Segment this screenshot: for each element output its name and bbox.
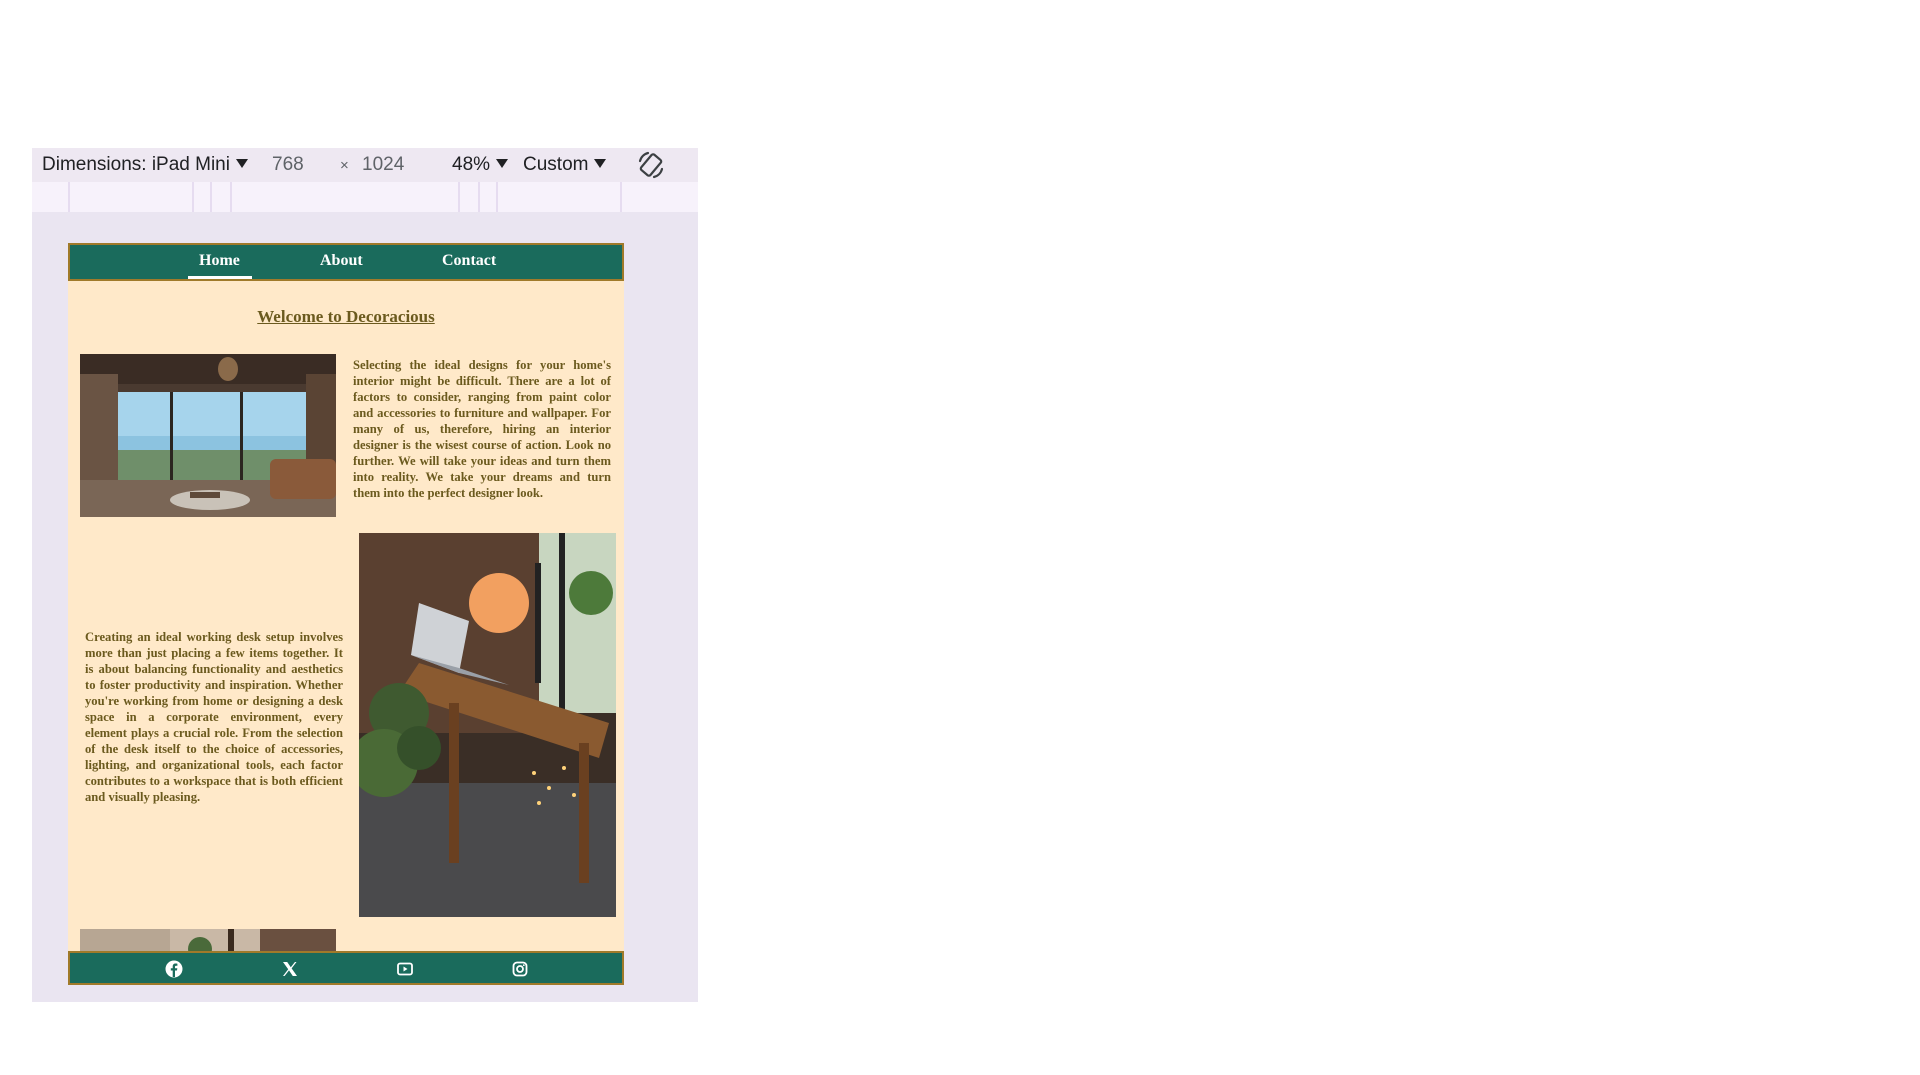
ruler-tick: [192, 182, 194, 212]
page-title: Welcome to Decoracious: [257, 307, 435, 326]
ruler-tick: [458, 182, 460, 212]
throttle-label: Custom: [523, 154, 589, 175]
intro-paragraph: Selecting the ideal designs for your hom…: [353, 358, 611, 500]
times-symbol: ×: [340, 157, 349, 174]
nav-about-link[interactable]: About: [320, 252, 363, 270]
chevron-down-icon: [594, 159, 607, 168]
rotate-icon[interactable]: [636, 150, 666, 180]
zoom-label: 48%: [452, 154, 491, 175]
throttle-dropdown[interactable]: Custom: [523, 154, 607, 176]
living-room-image: [80, 354, 336, 517]
chevron-down-icon: [496, 159, 509, 168]
ruler-tick: [230, 182, 232, 212]
chevron-down-icon: [235, 159, 248, 168]
dimensions-dropdown[interactable]: Dimensions: iPad Mini: [42, 154, 248, 176]
device-toolbar: Dimensions: iPad Mini 768 × 1024 48% Cus…: [32, 148, 698, 182]
youtube-icon[interactable]: [396, 960, 414, 978]
zoom-dropdown[interactable]: 48%: [452, 154, 509, 176]
footer-bar: [68, 951, 624, 985]
ruler-tick: [478, 182, 480, 212]
height-input[interactable]: 1024: [362, 154, 404, 176]
ruler-tick: [496, 182, 498, 212]
media-query-ruler: [32, 182, 698, 212]
ruler-tick: [620, 182, 622, 212]
instagram-icon[interactable]: [511, 960, 529, 978]
nav-home-link[interactable]: Home: [199, 252, 240, 270]
ruler-tick: [68, 182, 70, 212]
width-input[interactable]: 768: [272, 154, 304, 176]
nav-contact-link[interactable]: Contact: [442, 252, 496, 270]
desk-paragraph: Creating an ideal working desk setup inv…: [85, 630, 343, 804]
navigation-bar: Home About Contact: [68, 243, 624, 281]
website-page: Home About Contact Welcome to Decoraciou…: [68, 243, 624, 985]
dimensions-label: Dimensions: iPad Mini: [42, 154, 230, 175]
x-twitter-icon[interactable]: [281, 960, 299, 978]
active-nav-indicator: [188, 276, 252, 279]
ruler-tick: [210, 182, 212, 212]
facebook-icon[interactable]: [165, 960, 183, 978]
desk-setup-image: [359, 533, 616, 917]
